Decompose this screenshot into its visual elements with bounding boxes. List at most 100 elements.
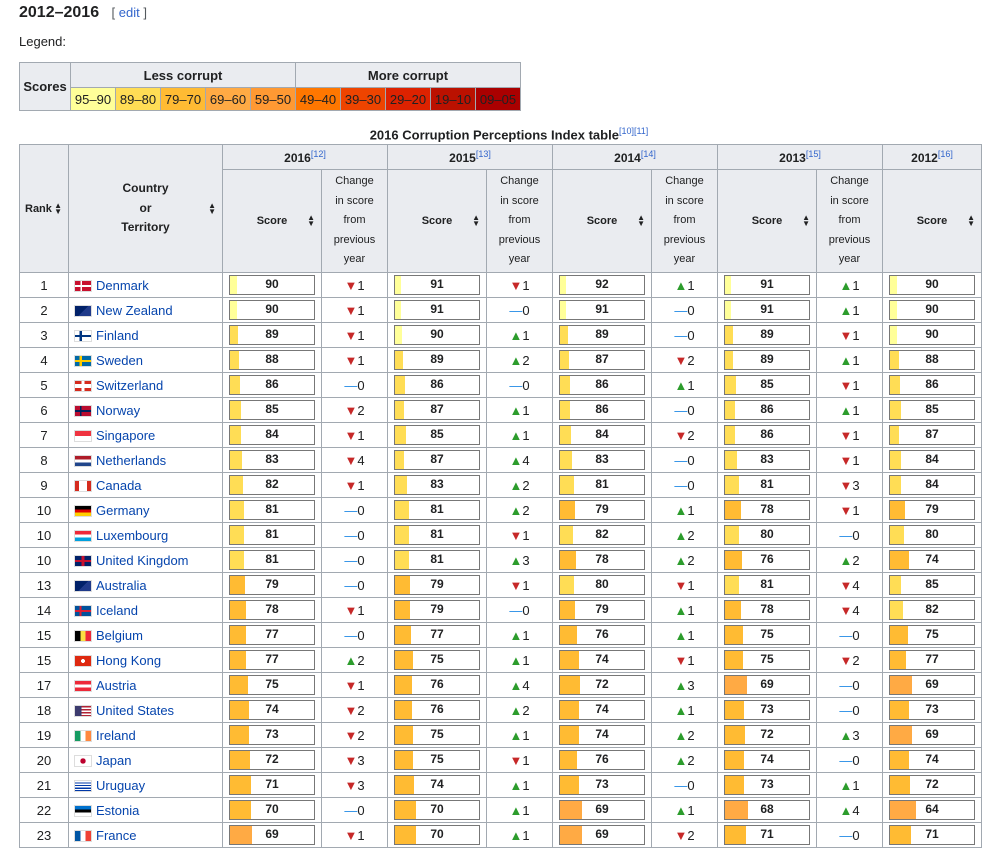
change-indicator-icon: ▲ [509, 702, 523, 718]
country-link[interactable]: Japan [96, 753, 131, 768]
change-indicator-icon: ▲ [839, 552, 853, 568]
country-cell: New Zealand [68, 297, 223, 323]
score-cell: 69 [717, 672, 817, 698]
country-link[interactable]: Uruguay [96, 778, 145, 793]
sort-icon[interactable]: ▲ ▼ [307, 214, 315, 228]
change-value: 1 [687, 502, 695, 518]
score-value: 75 [925, 627, 939, 641]
rank-cell: 4 [19, 347, 69, 373]
change-indicator-icon: — [674, 477, 688, 493]
country-link[interactable]: Australia [96, 578, 147, 593]
score-value: 69 [760, 677, 774, 691]
change-header: Change in score from previous year [816, 169, 883, 273]
country-link[interactable]: United Kingdom [96, 553, 189, 568]
score-cell: 76 [552, 622, 652, 648]
score-bar: 81 [559, 475, 645, 495]
change-value: 3 [852, 727, 860, 743]
score-cell: 68 [717, 797, 817, 823]
country-link[interactable]: Canada [96, 478, 142, 493]
country-link[interactable]: Iceland [96, 603, 138, 618]
year-ref[interactable]: [13] [476, 149, 491, 159]
score-header[interactable]: Score ▲ ▼ [717, 169, 817, 273]
score-value: 75 [430, 752, 444, 766]
change-cell: —0 [321, 797, 388, 823]
score-bar: 80 [559, 575, 645, 595]
country-link[interactable]: France [96, 828, 136, 843]
change-indicator-icon: ▲ [509, 652, 523, 668]
score-bar: 82 [229, 475, 315, 495]
score-header[interactable]: Score ▲ ▼ [222, 169, 322, 273]
score-bar: 85 [724, 375, 810, 395]
score-bar: 86 [394, 375, 480, 395]
score-value: 77 [925, 652, 939, 666]
sort-icon[interactable]: ▲ ▼ [208, 201, 216, 215]
change-cell: ▲1 [486, 322, 553, 348]
country-link[interactable]: Denmark [96, 278, 149, 293]
country-link[interactable]: Norway [96, 403, 140, 418]
country-link[interactable]: United States [96, 703, 174, 718]
change-cell: ▲1 [486, 622, 553, 648]
score-header[interactable]: Score ▲ ▼ [552, 169, 652, 273]
change-value: 2 [522, 352, 530, 368]
country-link[interactable]: Hong Kong [96, 653, 161, 668]
score-bar: 73 [559, 775, 645, 795]
sort-icon[interactable]: ▲ ▼ [637, 214, 645, 228]
change-value: 1 [522, 577, 530, 593]
country-link[interactable]: Switzerland [96, 378, 163, 393]
score-header[interactable]: Score ▲ ▼ [882, 169, 982, 273]
change-indicator-icon: ▲ [509, 502, 523, 518]
rank-header[interactable]: Rank ▲ ▼ [19, 144, 69, 273]
score-cell: 75 [717, 647, 817, 673]
legend-band: 19–10 [430, 87, 476, 111]
score-value: 86 [595, 377, 609, 391]
change-indicator-icon: — [344, 377, 358, 393]
year-ref[interactable]: [16] [938, 149, 953, 159]
country-link[interactable]: Netherlands [96, 453, 166, 468]
country-link[interactable]: Germany [96, 503, 149, 518]
sort-icon[interactable]: ▲ ▼ [472, 214, 480, 228]
country-link[interactable]: Finland [96, 328, 139, 343]
score-value: 92 [595, 277, 609, 291]
change-cell: ▼1 [651, 572, 718, 598]
country-link[interactable]: Belgium [96, 628, 143, 643]
table-row: 13 Australia 79 —0 79 ▼1 80 ▼1 81 ▼4 85 [19, 572, 982, 598]
change-cell: ▲4 [486, 672, 553, 698]
score-header[interactable]: Score ▲ ▼ [387, 169, 487, 273]
country-link[interactable]: Sweden [96, 353, 143, 368]
year-ref[interactable]: [12] [311, 149, 326, 159]
score-bar: 81 [394, 525, 480, 545]
year-ref[interactable]: [15] [806, 149, 821, 159]
change-cell: —0 [321, 622, 388, 648]
score-value: 69 [595, 802, 609, 816]
country-link[interactable]: Ireland [96, 728, 136, 743]
score-cell: 91 [552, 297, 652, 323]
score-value: 87 [595, 352, 609, 366]
flag-icon [74, 280, 92, 293]
sort-icon[interactable]: ▲ ▼ [54, 201, 62, 215]
score-value: 89 [430, 352, 444, 366]
change-value: 1 [687, 652, 695, 668]
change-indicator-icon: ▼ [344, 477, 358, 493]
score-bar: 90 [229, 275, 315, 295]
country-header[interactable]: Country or Territory ▲ ▼ [68, 144, 223, 273]
year-ref[interactable]: [14] [641, 149, 656, 159]
sort-icon[interactable]: ▲ ▼ [802, 214, 810, 228]
score-value: 69 [925, 727, 939, 741]
rank-cell: 10 [19, 497, 69, 523]
score-bar: 72 [229, 750, 315, 770]
legend-band: 89–80 [115, 87, 161, 111]
change-indicator-icon: ▲ [509, 627, 523, 643]
change-indicator-icon: — [509, 602, 523, 618]
score-bar: 69 [889, 675, 975, 695]
sort-icon[interactable]: ▲ ▼ [967, 214, 975, 228]
score-cell: 91 [717, 272, 817, 298]
country-link[interactable]: Estonia [96, 803, 139, 818]
country-link[interactable]: New Zealand [96, 303, 173, 318]
edit-link[interactable]: edit [119, 5, 140, 20]
country-link[interactable]: Singapore [96, 428, 155, 443]
country-link[interactable]: Austria [96, 678, 136, 693]
caption-refs[interactable]: [10][11] [619, 126, 648, 136]
country-link[interactable]: Luxembourg [96, 528, 168, 543]
country-cell: Luxembourg [68, 522, 223, 548]
score-value: 91 [595, 302, 609, 316]
